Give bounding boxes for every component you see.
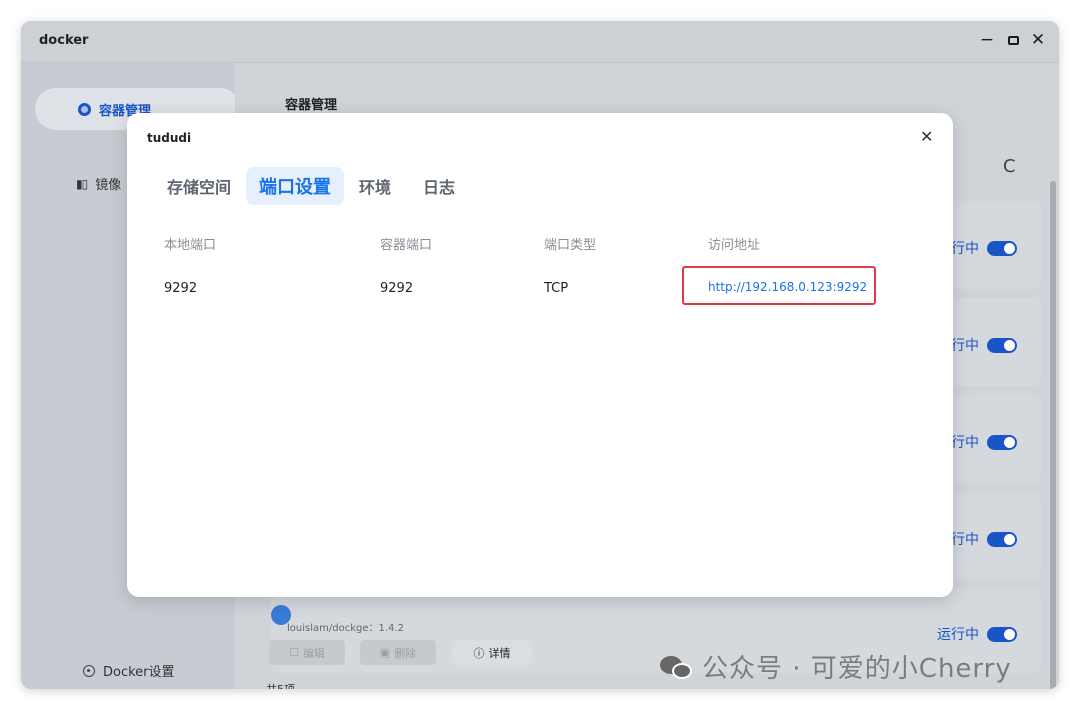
maximize-icon bbox=[1007, 36, 1019, 45]
page-title: 容器管理 bbox=[285, 98, 338, 113]
edit-label: 编辑 bbox=[302, 646, 325, 660]
status-label: 运行中 bbox=[937, 627, 979, 643]
container-port-value: 9292 bbox=[380, 281, 414, 296]
delete-button[interactable]: ▣ 删除 bbox=[360, 640, 436, 665]
trash-icon: ▣ bbox=[379, 646, 391, 659]
watermark: 公众号 · 可爱的小Cherry bbox=[660, 648, 1012, 685]
window-title: docker bbox=[39, 33, 89, 48]
access-url-link[interactable]: http://192.168.0.123:9292 bbox=[708, 280, 867, 294]
sidebar-item-label: Docker设置 bbox=[103, 665, 175, 680]
refresh-icon[interactable]: C bbox=[1003, 156, 1016, 177]
close-icon[interactable]: ✕ bbox=[920, 127, 933, 146]
tab-storage[interactable]: 存储空间 bbox=[154, 167, 244, 205]
info-icon: ⓘ bbox=[473, 646, 485, 660]
maximize-button[interactable] bbox=[1002, 30, 1024, 50]
running-toggle[interactable] bbox=[987, 434, 1017, 450]
edit-icon: ☐ bbox=[289, 646, 299, 659]
detail-label: 详情 bbox=[488, 646, 511, 660]
column-header-access-url: 访问地址 bbox=[708, 238, 761, 253]
running-toggle[interactable] bbox=[987, 337, 1017, 353]
title-bar: docker − ✕ bbox=[21, 21, 1059, 63]
image-icon: ▮▯ bbox=[76, 176, 88, 191]
tab-environment[interactable]: 环境 bbox=[346, 167, 404, 205]
detail-button[interactable]: ⓘ 详情 bbox=[452, 640, 532, 665]
gear-icon bbox=[83, 664, 95, 677]
running-toggle[interactable] bbox=[987, 626, 1017, 642]
watermark-text: 公众号 · 可爱的小Cherry bbox=[702, 654, 1012, 684]
column-header-port-type: 端口类型 bbox=[544, 238, 597, 253]
local-port-value: 9292 bbox=[164, 281, 198, 296]
close-window-button[interactable]: ✕ bbox=[1027, 30, 1049, 50]
scrollbar[interactable] bbox=[1050, 181, 1056, 689]
sidebar-item-label: 镜像 bbox=[95, 178, 122, 193]
tab-port-settings[interactable]: 端口设置 bbox=[246, 167, 344, 205]
edit-button[interactable]: ☐ 编辑 bbox=[269, 640, 345, 665]
dialog-title: tududi bbox=[147, 131, 192, 145]
container-icon bbox=[78, 103, 91, 116]
sidebar-item-docker-settings[interactable]: Docker设置 bbox=[83, 661, 175, 680]
tab-logs[interactable]: 日志 bbox=[410, 167, 468, 205]
minimize-button[interactable]: − bbox=[976, 30, 998, 50]
sidebar-item-images[interactable]: ▮▯ 镜像 bbox=[76, 174, 122, 194]
port-settings-dialog: tududi ✕ 存储空间 端口设置 环境 日志 本地端口 容器端口 端口类型 … bbox=[127, 113, 953, 597]
port-type-value: TCP bbox=[544, 281, 569, 296]
image-name: louislam/dockge：1.4.2 bbox=[287, 623, 404, 634]
running-toggle[interactable] bbox=[987, 240, 1017, 256]
column-header-local-port: 本地端口 bbox=[164, 238, 217, 253]
status-running: 运行中 bbox=[937, 624, 1017, 644]
delete-label: 删除 bbox=[394, 646, 417, 660]
running-toggle[interactable] bbox=[987, 531, 1017, 547]
item-count: 共5项 bbox=[266, 681, 295, 689]
wechat-icon bbox=[660, 654, 694, 680]
column-header-container-port: 容器端口 bbox=[380, 238, 433, 253]
